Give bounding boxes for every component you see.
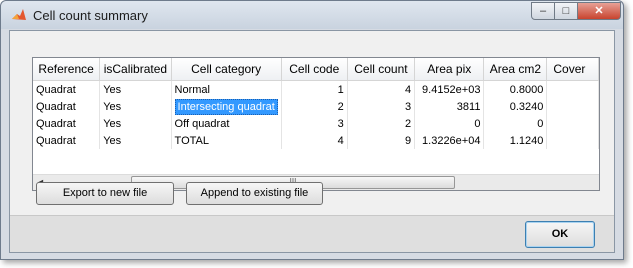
ok-button[interactable]: OK [525,221,595,248]
table-row: Quadrat Yes Off quadrat 3 2 0 0 [33,115,599,132]
cell-cover[interactable] [546,132,599,149]
cell-iscalibrated[interactable]: Yes [99,80,172,98]
close-button[interactable]: ✕ [577,2,621,20]
column-header-cover[interactable]: Cover [546,58,599,81]
cell-reference[interactable]: Quadrat [33,132,101,149]
column-header-cell-count[interactable]: Cell count [347,58,416,81]
selected-cell-text: Intersecting quadrat [174,98,278,115]
cell-category[interactable]: Normal [171,80,282,98]
button-bar [10,215,614,252]
cell-reference[interactable]: Quadrat [33,80,101,98]
column-header-iscalibrated[interactable]: isCalibrated [99,58,172,81]
column-header-area-pix[interactable]: Area pix [414,58,485,81]
minimize-button[interactable]: – [531,2,555,20]
table-row: Quadrat Yes TOTAL 4 9 1.3226e+04 1.1240 [33,132,599,149]
append-to-existing-file-button[interactable]: Append to existing file [186,182,323,205]
column-header-reference[interactable]: Reference [33,58,101,81]
summary-table[interactable]: Reference isCalibrated Cell category Cel… [32,57,600,191]
cell-area-pix[interactable]: 1.3226e+04 [414,132,485,149]
table-row: Quadrat Yes Intersecting quadrat 2 3 381… [33,98,599,115]
cell-count[interactable]: 9 [347,132,416,149]
cell-area-cm2[interactable]: 0.8000 [483,80,548,98]
column-header-cell-code[interactable]: Cell code [281,58,348,81]
window-title: Cell count summary [33,8,148,23]
table-header-row: Reference isCalibrated Cell category Cel… [33,58,599,81]
cell-category[interactable]: Off quadrat [171,115,282,132]
cell-area-pix[interactable]: 3811 [414,98,485,115]
cell-reference[interactable]: Quadrat [33,115,101,132]
cell-category-selected[interactable]: Intersecting quadrat [171,98,282,115]
cell-reference[interactable]: Quadrat [33,98,101,115]
cell-area-cm2[interactable]: 0.3240 [483,98,548,115]
cell-count[interactable]: 2 [347,115,416,132]
cell-count[interactable]: 4 [347,80,416,98]
cell-code[interactable]: 3 [281,115,348,132]
cell-area-pix[interactable]: 0 [414,115,485,132]
export-to-new-file-button[interactable]: Export to new file [36,182,174,205]
cell-category[interactable]: TOTAL [171,132,282,149]
cell-code[interactable]: 1 [281,80,348,98]
dialog-content: Reference isCalibrated Cell category Cel… [9,30,615,253]
dialog-window: Cell count summary – □ ✕ Reference isCal… [0,0,624,260]
column-header-cell-category[interactable]: Cell category [171,58,282,81]
cell-cover[interactable] [546,80,599,98]
cell-iscalibrated[interactable]: Yes [99,98,172,115]
cell-code[interactable]: 4 [281,132,348,149]
table-row: Quadrat Yes Normal 1 4 9.4152e+03 0.8000 [33,80,599,98]
cell-iscalibrated[interactable]: Yes [99,132,172,149]
cell-area-cm2[interactable]: 1.1240 [483,132,548,149]
cell-code[interactable]: 2 [281,98,348,115]
cell-area-pix[interactable]: 9.4152e+03 [414,80,485,98]
title-bar[interactable]: Cell count summary – □ ✕ [1,1,623,29]
cell-cover[interactable] [546,98,599,115]
cell-cover[interactable] [546,115,599,132]
maximize-button[interactable]: □ [554,2,578,20]
cell-count[interactable]: 3 [347,98,416,115]
cell-iscalibrated[interactable]: Yes [99,115,172,132]
column-header-area-cm2[interactable]: Area cm2 [483,58,548,81]
matlab-icon [12,9,26,20]
cell-area-cm2[interactable]: 0 [483,115,548,132]
